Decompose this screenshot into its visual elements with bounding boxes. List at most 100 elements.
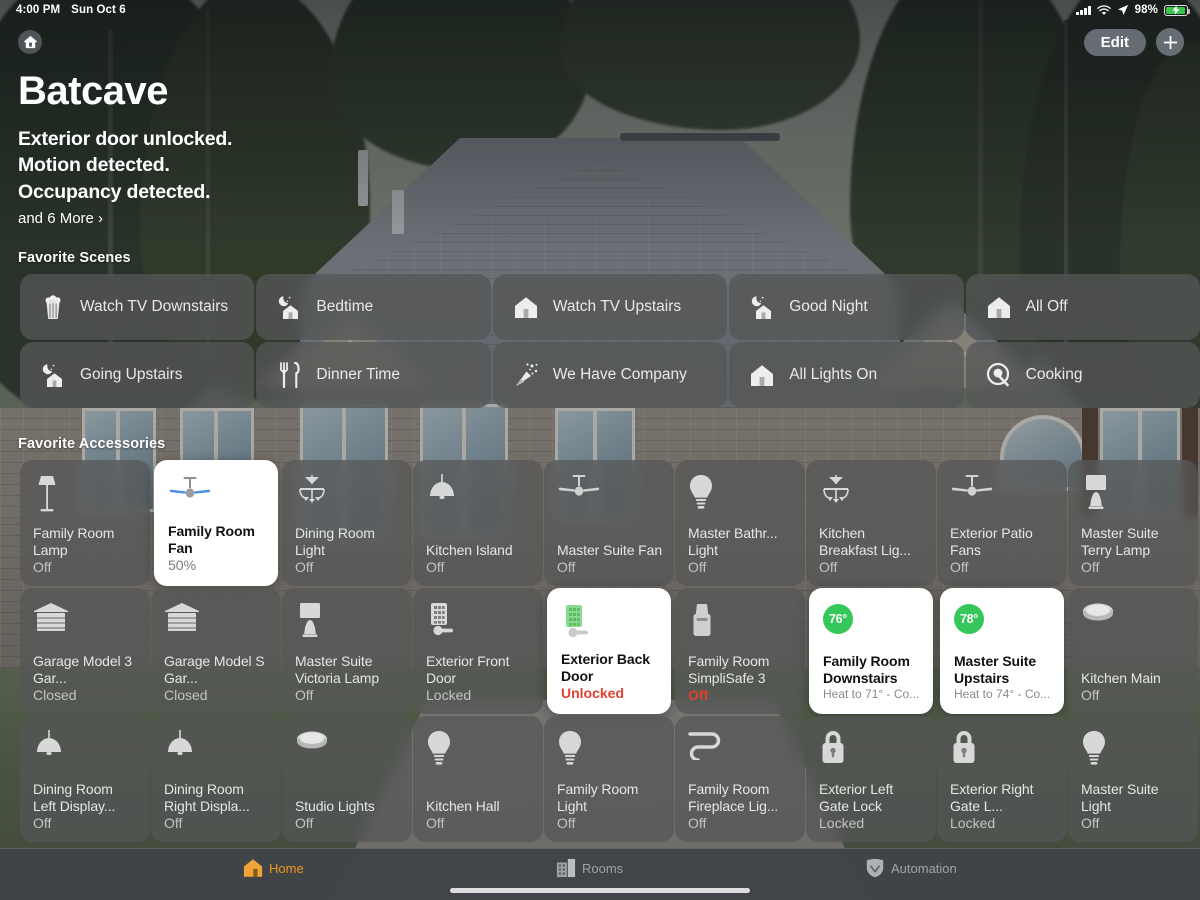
edit-button[interactable]: Edit	[1083, 28, 1146, 56]
accessory-kitchen-main[interactable]: Kitchen Main Off	[1068, 588, 1198, 714]
page-title: Batcave	[18, 69, 168, 113]
wifi-icon	[1096, 4, 1111, 15]
scene-row: Watch TV Downstairs Bedtime Watch TV Ups…	[20, 274, 1200, 340]
scene-cooking[interactable]: Cooking	[965, 342, 1200, 408]
accessory-family-room-lamp[interactable]: Family Room Lamp Off	[20, 460, 150, 586]
pan-icon	[986, 362, 1012, 388]
accessory-state: Off	[164, 815, 183, 831]
scene-going-upstairs[interactable]: Going Upstairs	[20, 342, 255, 408]
bulb-icon	[688, 474, 793, 516]
accessory-family-room-light[interactable]: Family Room Light Off	[544, 716, 674, 842]
accessory-master-suite-upstairs-thermostat[interactable]: 78° Master Suite Upstairs Heat to 74° - …	[940, 588, 1064, 714]
accessory-garage-model-3[interactable]: Garage Model 3 Gar... Closed	[20, 588, 150, 714]
scene-label: Watch TV Upstairs	[552, 298, 682, 315]
scene-label: All Lights On	[789, 366, 878, 383]
scene-good-night[interactable]: Good Night	[729, 274, 964, 340]
scene-watch-tv-upstairs[interactable]: Watch TV Upstairs	[492, 274, 728, 340]
accessory-name: Kitchen Breakfast Lig...	[819, 525, 911, 558]
scene-all-lights-on[interactable]: All Lights On	[729, 342, 964, 408]
accessory-dining-room-light[interactable]: Dining Room Light Off	[282, 460, 412, 586]
accessory-state: Off	[33, 559, 52, 575]
accessory-exterior-front-door[interactable]: Exterior Front Door Locked	[413, 588, 543, 714]
accessory-name: Exterior Left Gate Lock	[819, 781, 894, 814]
accessory-name: Exterior Right Gate L...	[950, 781, 1034, 814]
house-icon	[749, 362, 775, 388]
accessory-kitchen-breakfast-light[interactable]: Kitchen Breakfast Lig... Off	[806, 460, 936, 586]
battery-charging-icon	[1164, 4, 1190, 16]
scene-dinner-time[interactable]: Dinner Time	[256, 342, 491, 408]
accessory-name: Kitchen Hall	[426, 798, 500, 814]
accessory-state: Off	[688, 687, 709, 703]
accessory-row: Garage Model 3 Gar... Closed Garage Mode…	[20, 588, 1200, 714]
party-popper-icon	[513, 362, 539, 388]
accessory-state: Heat to 74° - Co...	[954, 687, 1051, 701]
location-arrow-icon	[1117, 4, 1128, 15]
house-icon	[986, 294, 1012, 320]
tab-home[interactable]: Home	[243, 849, 304, 878]
accessory-family-room-fan[interactable]: Family Room Fan 50%	[154, 460, 278, 586]
accessory-name: Exterior Front Door	[426, 653, 510, 686]
pendant-lamp-icon	[426, 474, 531, 516]
accessory-master-suite-victoria-lamp[interactable]: Master Suite Victoria Lamp Off	[282, 588, 412, 714]
accessory-garage-model-s[interactable]: Garage Model S Gar... Closed	[151, 588, 281, 714]
scene-all-off[interactable]: All Off	[965, 274, 1200, 340]
accessory-state: Off	[557, 559, 576, 575]
accessory-master-suite-terry-lamp[interactable]: Master Suite Terry Lamp Off	[1068, 460, 1198, 586]
keypad-lock-green-icon	[561, 604, 659, 646]
accessory-family-room-downstairs-thermostat[interactable]: 76° Family Room Downstairs Heat to 71° -…	[809, 588, 933, 714]
accessory-state: Off	[1081, 815, 1100, 831]
tab-automation[interactable]: Automation	[865, 849, 957, 878]
accessory-family-room-fireplace-light[interactable]: Family Room Fireplace Lig... Off	[675, 716, 805, 842]
battery-percent-label: 98%	[1134, 4, 1158, 16]
pendant-lamp-icon	[164, 730, 269, 772]
accessory-kitchen-island[interactable]: Kitchen Island Off	[413, 460, 543, 586]
accessory-state: Off	[295, 815, 314, 831]
bulb-icon	[426, 730, 531, 772]
accessory-master-bathroom-light[interactable]: Master Bathr... Light Off	[675, 460, 805, 586]
add-button[interactable]	[1156, 28, 1184, 56]
popcorn-icon	[40, 294, 66, 320]
accessory-name: Family Room Fireplace Lig...	[688, 781, 779, 814]
accessory-dining-room-right-display[interactable]: Dining Room Right Displa... Off	[151, 716, 281, 842]
favorite-accessories-heading: Favorite Accessories	[18, 436, 166, 452]
scene-bedtime[interactable]: Bedtime	[256, 274, 491, 340]
accessory-studio-lights[interactable]: Studio Lights Off	[282, 716, 412, 842]
favorite-scenes-grid: Watch TV Downstairs Bedtime Watch TV Ups…	[20, 274, 1200, 410]
security-base-icon	[688, 602, 793, 644]
accessory-exterior-right-gate-lock[interactable]: Exterior Right Gate L... Locked	[937, 716, 1067, 842]
accessory-dining-room-left-display[interactable]: Dining Room Left Display... Off	[20, 716, 150, 842]
scene-we-have-company[interactable]: We Have Company	[492, 342, 728, 408]
home-icon[interactable]	[18, 30, 42, 54]
accessory-state: Off	[426, 559, 445, 575]
more-status-link[interactable]: and 6 More ›	[18, 210, 232, 227]
home-indicator[interactable]	[450, 888, 750, 893]
accessory-state: Off	[33, 815, 52, 831]
accessory-name: Garage Model 3 Gar...	[33, 653, 132, 686]
favorite-accessories-grid: Family Room Lamp Off Family Room Fan 50%	[20, 460, 1200, 844]
accessory-name: Master Bathr... Light	[688, 525, 778, 558]
tab-rooms[interactable]: Rooms	[556, 849, 623, 878]
ceiling-fan-icon	[950, 474, 1055, 516]
tab-label: Rooms	[582, 860, 624, 876]
chandelier-icon	[295, 474, 400, 516]
accessory-name: Kitchen Island	[426, 542, 513, 558]
accessory-kitchen-hall[interactable]: Kitchen Hall Off	[413, 716, 543, 842]
scene-watch-tv-downstairs[interactable]: Watch TV Downstairs	[20, 274, 255, 340]
accessory-master-suite-light[interactable]: Master Suite Light Off	[1068, 716, 1198, 842]
accessory-name: Family Room Light	[557, 781, 639, 814]
thermostat-temp-badge: 78°	[954, 604, 984, 634]
padlock-icon	[950, 730, 1055, 772]
accessory-master-suite-fan[interactable]: Master Suite Fan Off	[544, 460, 674, 586]
scene-label: Good Night	[789, 298, 868, 315]
home-filled-icon	[243, 859, 263, 877]
accessory-exterior-back-door[interactable]: Exterior Back Door Unlocked	[547, 588, 671, 714]
accessory-state: Unlocked	[561, 685, 625, 701]
chandelier-icon	[819, 474, 924, 516]
scene-label: Going Upstairs	[80, 366, 183, 383]
accessory-exterior-left-gate-lock[interactable]: Exterior Left Gate Lock Locked	[806, 716, 936, 842]
thermostat-temp-badge: 76°	[823, 604, 853, 634]
accessory-exterior-patio-fans[interactable]: Exterior Patio Fans Off	[937, 460, 1067, 586]
home-status-summary: Exterior door unlocked. Motion detected.…	[18, 126, 232, 227]
accessory-family-room-simplisafe[interactable]: Family Room SimpliSafe 3 Off	[675, 588, 805, 714]
accessory-state: Off	[426, 815, 445, 831]
